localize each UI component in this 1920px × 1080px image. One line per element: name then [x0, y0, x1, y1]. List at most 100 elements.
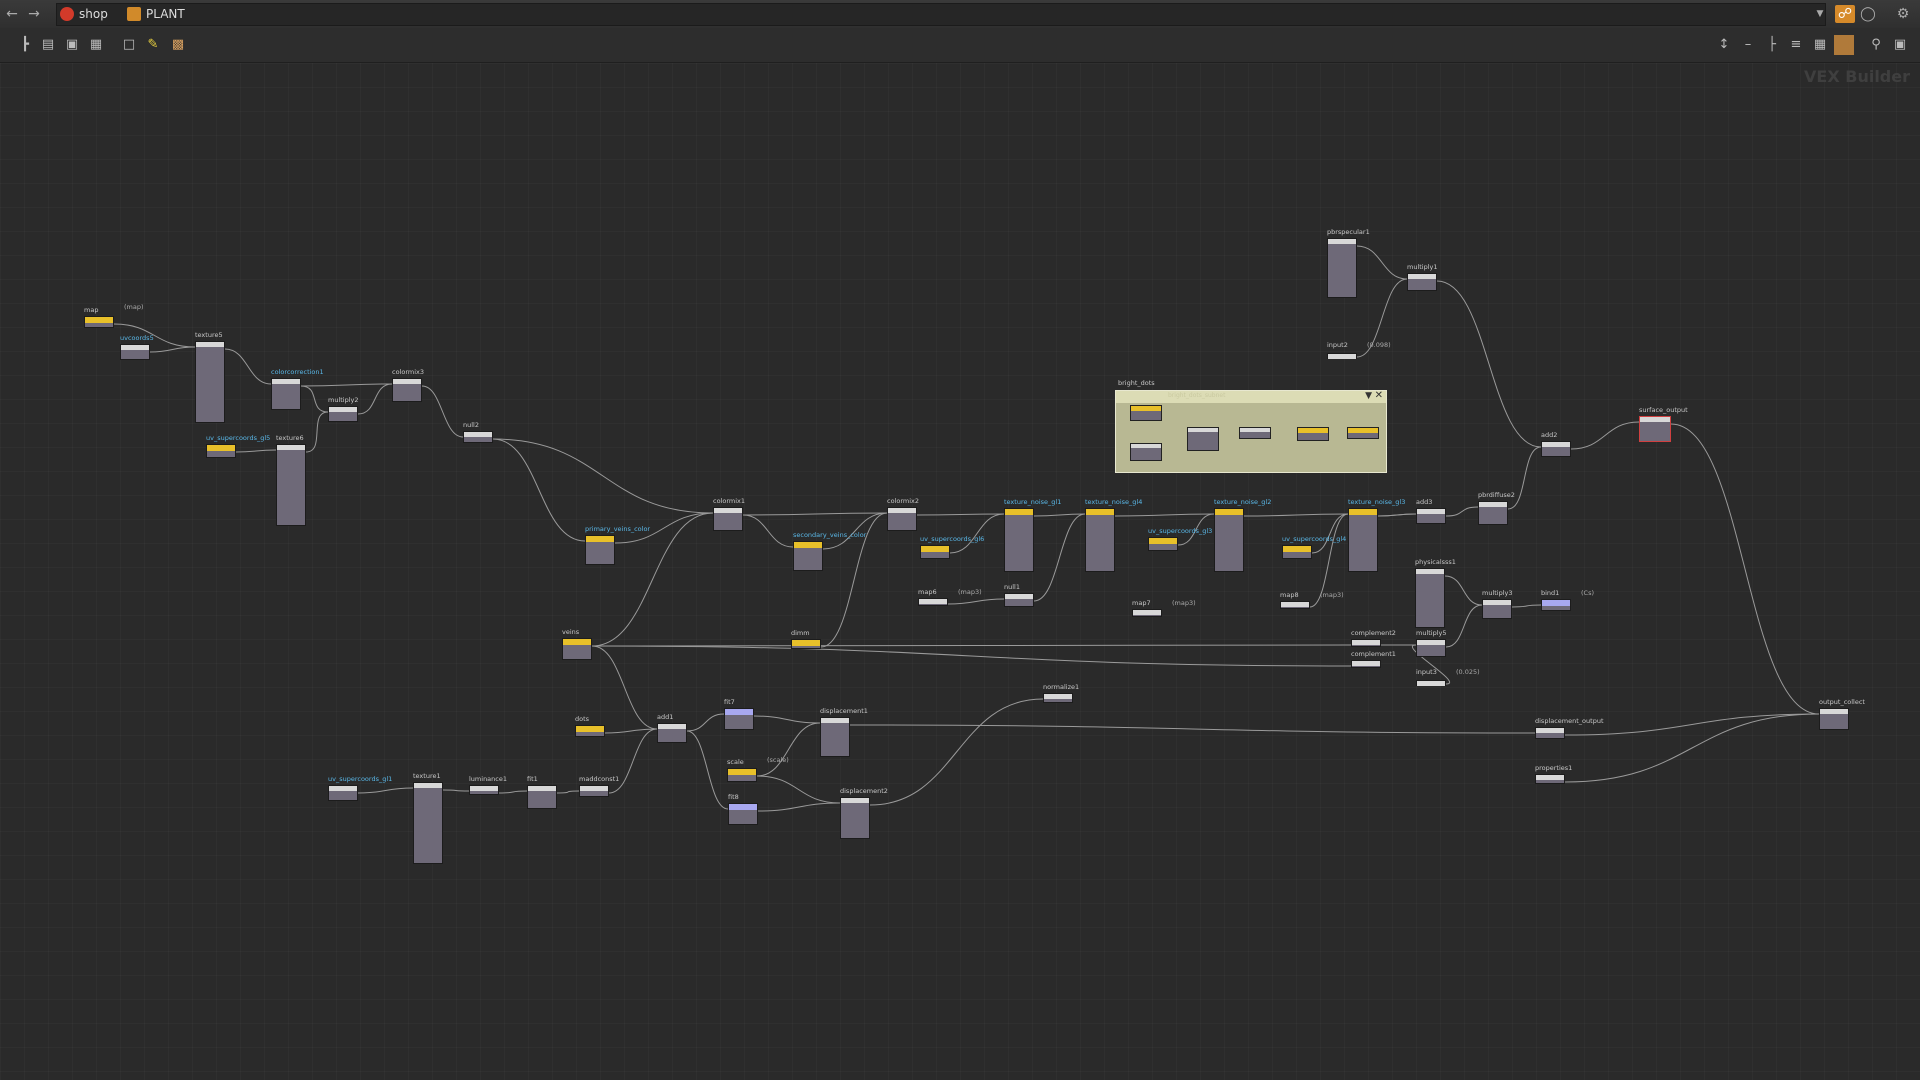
node-add2[interactable] [1541, 441, 1571, 457]
layout-icon[interactable]: ↕ [1716, 37, 1732, 53]
node-colormix2[interactable] [887, 507, 917, 531]
node-bind1[interactable] [1541, 599, 1571, 611]
wire-colormix3-null2[interactable] [421, 385, 464, 438]
grid-view-icon[interactable]: ▦ [88, 37, 104, 53]
wire-style-icon[interactable]: ≡ [1788, 37, 1804, 53]
wire-multiply2-colormix3[interactable] [357, 383, 393, 415]
node-physicalsss1[interactable] [1415, 568, 1445, 628]
wire-texture_noise_gl2-texture_noise_gl3[interactable] [1243, 513, 1349, 517]
wire-veins-add1[interactable] [591, 645, 658, 730]
wire-multiply5-multiply3[interactable] [1445, 604, 1483, 648]
network-box-collapse-icon[interactable]: ▼ [1365, 391, 1372, 401]
node-primary_veins_color[interactable] [585, 535, 615, 565]
wire-veins-colormix1[interactable] [591, 512, 714, 647]
wire-texture1-luminance1[interactable] [442, 789, 470, 792]
wire-fit1-maddconst1[interactable] [556, 790, 580, 794]
netbox-node-4[interactable] [1239, 427, 1271, 439]
node-uv_supercoords_gl5[interactable] [206, 444, 236, 458]
wire-colorcorrection1-multiply2[interactable] [300, 385, 329, 413]
node-uvcoords5[interactable] [120, 344, 150, 360]
netbox-node-3[interactable] [1187, 427, 1219, 451]
node-map7[interactable] [1132, 609, 1162, 617]
wire-colormix1-colormix2[interactable] [742, 512, 888, 516]
background-icon[interactable] [1834, 35, 1854, 55]
wire-texture_noise_gl1-texture_noise_gl4[interactable] [1033, 513, 1086, 517]
node-map[interactable] [84, 316, 114, 328]
node-texture_noise_gl3[interactable] [1348, 508, 1378, 572]
wire-fit8-displacement2[interactable] [757, 802, 841, 812]
tree-view-icon[interactable]: ┣ [17, 37, 33, 53]
node-multiply2[interactable] [328, 406, 358, 422]
node-add3[interactable] [1416, 508, 1446, 524]
wire-texture6-multiply2[interactable] [305, 411, 329, 453]
node-fit1[interactable] [527, 785, 557, 809]
thumbnail-view-icon[interactable]: ▣ [64, 37, 80, 53]
wire-map6-null1[interactable] [947, 598, 1005, 605]
node-colormix1[interactable] [713, 507, 743, 531]
wire-scale-displacement1[interactable] [756, 722, 821, 777]
wire-multiply3-bind1[interactable] [1511, 604, 1542, 608]
node-colorcorrection1[interactable] [271, 378, 301, 410]
node-scale[interactable] [727, 768, 757, 782]
wire-displacement2-normalize1[interactable] [869, 698, 1044, 806]
node-properties1[interactable] [1535, 774, 1565, 784]
wire-physicalsss1-multiply3[interactable] [1444, 575, 1483, 606]
wire-add1-fit8[interactable] [686, 730, 729, 810]
node-pbrdiffuse2[interactable] [1478, 501, 1508, 525]
wire-colormix1-secondary_veins_color[interactable] [742, 514, 794, 548]
wire-surface_output-output_collect[interactable] [1670, 423, 1820, 715]
wire-texture_noise_gl4-texture_noise_gl2[interactable] [1114, 513, 1215, 517]
pin-icon[interactable]: ◯ [1858, 5, 1878, 23]
wire-dimm-colormix2[interactable] [820, 512, 888, 648]
network-box-bright-dots[interactable]: bright_dots_subnet ▼ ✕ [1115, 390, 1387, 473]
node-texture5[interactable] [195, 341, 225, 423]
node-colormix3[interactable] [392, 378, 422, 402]
node-texture1[interactable] [413, 782, 443, 864]
node-texture6[interactable] [276, 444, 306, 526]
node-luminance1[interactable] [469, 785, 499, 795]
wire-displacement1-displacement_output[interactable] [849, 724, 1536, 734]
netbox-node-2[interactable] [1130, 443, 1162, 461]
wire-maddconst1-add1[interactable] [608, 728, 658, 794]
wire-veins-complement2[interactable] [591, 644, 1352, 647]
node-null1[interactable] [1004, 593, 1034, 607]
wire-multiply1-add2[interactable] [1436, 280, 1542, 448]
node-pbrspecular1[interactable] [1327, 238, 1357, 298]
node-veins[interactable] [562, 638, 592, 660]
wire-uvcoords5-texture5[interactable] [149, 346, 196, 353]
gear-icon[interactable]: ⚙ [1893, 5, 1913, 23]
wire-primary_veins_color-colormix1[interactable] [614, 512, 714, 544]
node-multiply5[interactable] [1416, 639, 1446, 657]
node-uv_supercoords_gl4[interactable] [1282, 545, 1312, 559]
node-displacement1[interactable] [820, 717, 850, 757]
path-field[interactable] [56, 3, 1826, 26]
wire-veins-complement1[interactable] [591, 645, 1352, 667]
node-complement1[interactable] [1351, 660, 1381, 668]
node-uv_supercoords_gl1[interactable] [328, 785, 358, 801]
node-fit7[interactable] [724, 708, 754, 730]
wire-pbrspecular1-multiply1[interactable] [1356, 245, 1408, 280]
breadcrumb-shop[interactable]: shop [60, 3, 108, 25]
wire-uv_supercoords_gl1-texture1[interactable] [357, 787, 414, 794]
wire-uv_supercoords_gl4-texture_noise_gl3[interactable] [1311, 513, 1349, 554]
wire-luminance1-fit1[interactable] [498, 790, 528, 794]
node-texture_noise_gl2[interactable] [1214, 508, 1244, 572]
node-null2[interactable] [463, 431, 493, 443]
wire-null1-texture_noise_gl4[interactable] [1033, 513, 1086, 602]
node-output_collect[interactable] [1819, 708, 1849, 730]
arrow-left-icon[interactable]: ← [2, 5, 22, 23]
node-secondary_veins_color[interactable] [793, 541, 823, 571]
wire-secondary_veins_color-colormix2[interactable] [822, 512, 888, 550]
node-fit8[interactable] [728, 803, 758, 825]
wire-add2-surface_output[interactable] [1570, 421, 1640, 450]
node-uv_supercoords_gl6[interactable] [920, 545, 950, 559]
network-canvas[interactable]: VEX Builder bright_dots_subnet ▼ ✕ brigh… [0, 63, 1920, 1080]
node-map8[interactable] [1280, 601, 1310, 609]
wire-null2-colormix1[interactable] [492, 438, 714, 514]
wire-uv_supercoords_gl3-texture_noise_gl2[interactable] [1177, 513, 1215, 546]
wire-add3-pbrdiffuse2[interactable] [1445, 506, 1479, 517]
zoom-icon[interactable]: ⚲ [1868, 37, 1884, 53]
close-icon[interactable]: ✕ [1375, 390, 1383, 401]
wire-fit7-displacement1[interactable] [753, 715, 821, 724]
wire-colormix2-texture_noise_gl1[interactable] [916, 513, 1005, 516]
